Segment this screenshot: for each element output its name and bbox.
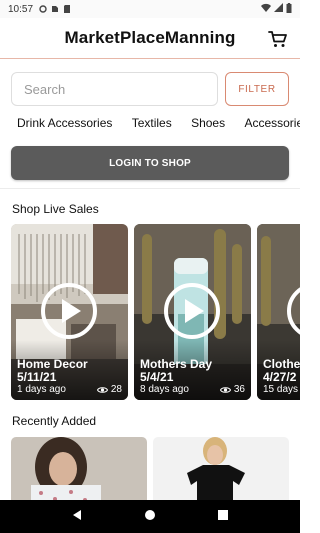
- product-image: [11, 437, 147, 500]
- play-icon: [164, 283, 220, 339]
- play-icon: [41, 283, 97, 339]
- live-sale-card[interactable]: Clothes 4/27/2 15 days a: [257, 224, 300, 400]
- category-item[interactable]: Accessories: [244, 116, 300, 130]
- battery-icon: [286, 2, 292, 16]
- product-card[interactable]: [11, 437, 147, 500]
- home-icon: [144, 509, 155, 520]
- product-image: [153, 437, 289, 500]
- settings-status-icon: [39, 5, 47, 13]
- live-sale-age: 15 days a: [263, 384, 300, 395]
- category-bar: Drink Accessories Textiles Shoes Accesso…: [0, 116, 300, 136]
- recents-icon: [218, 509, 229, 520]
- live-sale-age: 8 days ago: [140, 384, 189, 395]
- cart-icon: [268, 31, 287, 47]
- category-item[interactable]: Shoes: [191, 116, 225, 130]
- recently-added-grid: [11, 437, 300, 500]
- cart-button[interactable]: [268, 29, 288, 49]
- live-sale-views: 28: [96, 384, 122, 396]
- recently-added-heading: Recently Added: [12, 414, 97, 428]
- divider: [0, 188, 300, 189]
- live-sale-age: 1 days ago: [17, 384, 66, 395]
- shop-live-sales-heading: Shop Live Sales: [12, 202, 99, 216]
- back-icon: [72, 509, 81, 520]
- recents-button[interactable]: [217, 508, 229, 526]
- status-bar: 10:57: [0, 0, 300, 18]
- filter-button[interactable]: FILTER: [225, 72, 289, 106]
- search-row: FILTER: [11, 72, 289, 106]
- live-sale-date: 5/4/21: [140, 370, 174, 384]
- live-sale-card[interactable]: Mothers Day 5/4/21 8 days ago 36: [134, 224, 251, 400]
- category-item[interactable]: Drink Accessories: [17, 116, 112, 130]
- status-time: 10:57: [8, 3, 34, 15]
- back-button[interactable]: [71, 508, 83, 526]
- wifi-icon: [261, 3, 271, 15]
- eye-icon: [96, 387, 108, 393]
- search-input[interactable]: [11, 72, 218, 106]
- app-header: MarketPlaceManning: [0, 18, 300, 59]
- product-card[interactable]: [153, 437, 289, 500]
- home-button[interactable]: [144, 508, 156, 526]
- category-item[interactable]: Textiles: [132, 116, 172, 130]
- sd-card-status-icon: [63, 5, 71, 13]
- signal-icon: [274, 3, 283, 15]
- login-to-shop-button[interactable]: LOGIN TO SHOP: [11, 146, 289, 180]
- live-sale-card[interactable]: Home Decor 5/11/21 1 days ago 28: [11, 224, 128, 400]
- live-sale-views: 36: [219, 384, 245, 396]
- live-sale-date: 4/27/2: [263, 370, 297, 384]
- view-count: 36: [233, 384, 245, 395]
- sim-status-icon: [51, 5, 59, 13]
- eye-icon: [219, 387, 231, 393]
- view-count: 28: [110, 384, 122, 395]
- live-sales-carousel: Home Decor 5/11/21 1 days ago 28 Mothers…: [11, 224, 300, 400]
- system-navigation-bar: [0, 500, 300, 533]
- app-title: MarketPlaceManning: [64, 28, 236, 47]
- live-sale-date: 5/11/21: [17, 370, 57, 384]
- play-icon: [287, 287, 300, 335]
